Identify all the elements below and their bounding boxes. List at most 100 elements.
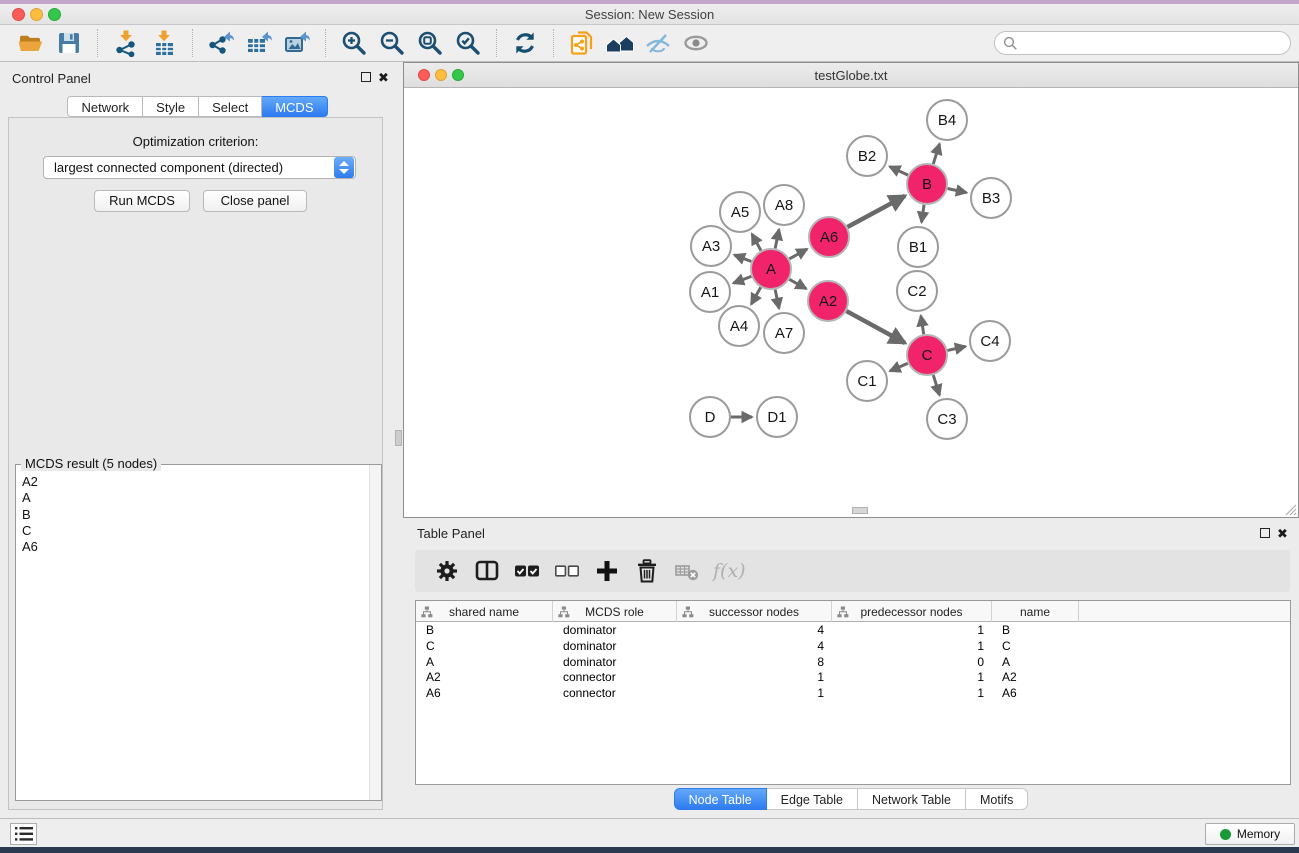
node-B[interactable]: B xyxy=(907,164,947,204)
edge-C-C3[interactable] xyxy=(933,375,939,395)
network-minimize-button[interactable] xyxy=(435,69,447,81)
result-item[interactable]: C xyxy=(22,523,368,539)
tab-edge-table[interactable]: Edge Table xyxy=(767,788,858,810)
close-window-button[interactable] xyxy=(12,8,25,21)
node-D[interactable]: D xyxy=(690,397,730,437)
export-network-button[interactable] xyxy=(206,28,236,58)
task-history-button[interactable] xyxy=(10,823,37,845)
function-builder-button[interactable]: f(x) xyxy=(713,557,746,585)
refresh-layout-button[interactable] xyxy=(510,28,540,58)
column-header-name[interactable]: name xyxy=(992,601,1079,622)
minimize-window-button[interactable] xyxy=(30,8,43,21)
node-C[interactable]: C xyxy=(907,335,947,375)
edge-A-A4[interactable] xyxy=(751,287,760,304)
node-B3[interactable]: B3 xyxy=(971,178,1011,218)
result-item[interactable]: A6 xyxy=(22,539,368,555)
column-header-mcds-role[interactable]: MCDS role xyxy=(553,601,677,622)
tab-motifs[interactable]: Motifs xyxy=(966,788,1028,810)
hide-selected-button[interactable] xyxy=(643,28,673,58)
tab-node-table[interactable]: Node Table xyxy=(674,788,767,810)
export-table-button[interactable] xyxy=(244,28,274,58)
search-input[interactable] xyxy=(1022,33,1290,53)
import-table-button[interactable] xyxy=(149,28,179,58)
tab-select[interactable]: Select xyxy=(199,96,262,117)
node-A2[interactable]: A2 xyxy=(808,281,848,321)
node-A6[interactable]: A6 xyxy=(809,217,849,257)
deselect-all-button[interactable] xyxy=(553,557,581,585)
tab-style[interactable]: Style xyxy=(143,96,199,117)
table-settings-button[interactable] xyxy=(433,557,461,585)
column-header-successor-nodes[interactable]: successor nodes xyxy=(677,601,832,622)
delete-column-button[interactable] xyxy=(633,557,661,585)
float-table-panel-icon[interactable] xyxy=(1260,528,1270,538)
node-C1[interactable]: C1 xyxy=(847,361,887,401)
edge-A-A1[interactable] xyxy=(733,276,751,283)
table-row[interactable]: A6connector11A6 xyxy=(416,686,1290,702)
import-network-button[interactable] xyxy=(111,28,141,58)
table-row[interactable]: Adominator80A xyxy=(416,655,1290,671)
node-C3[interactable]: C3 xyxy=(927,399,967,439)
show-all-button[interactable] xyxy=(681,28,711,58)
edge-A-A7[interactable] xyxy=(775,290,779,309)
open-session-button[interactable] xyxy=(16,28,46,58)
result-item[interactable]: A2 xyxy=(22,474,368,490)
result-item[interactable]: B xyxy=(22,507,368,523)
edge-A-A8[interactable] xyxy=(775,229,779,248)
zoom-fit-button[interactable] xyxy=(415,28,445,58)
edge-B-B3[interactable] xyxy=(948,188,967,192)
float-panel-icon[interactable] xyxy=(361,72,371,82)
node-A3[interactable]: A3 xyxy=(691,226,731,266)
edge-A2-C[interactable] xyxy=(846,311,905,343)
maximize-window-button[interactable] xyxy=(48,8,61,21)
close-panel-button[interactable]: Close panel xyxy=(203,190,307,212)
home-button[interactable] xyxy=(605,28,635,58)
result-item[interactable]: A xyxy=(22,490,368,506)
tab-network[interactable]: Network xyxy=(67,96,143,117)
edge-A-A2[interactable] xyxy=(789,279,806,288)
table-row[interactable]: A2connector11A2 xyxy=(416,670,1290,686)
tab-network-table[interactable]: Network Table xyxy=(858,788,966,810)
add-column-button[interactable] xyxy=(593,557,621,585)
zoom-out-button[interactable] xyxy=(377,28,407,58)
node-B2[interactable]: B2 xyxy=(847,136,887,176)
node-A1[interactable]: A1 xyxy=(690,272,730,312)
table-row[interactable]: Cdominator41C xyxy=(416,639,1290,655)
edge-B-B1[interactable] xyxy=(922,205,924,222)
new-network-from-selection-button[interactable] xyxy=(567,28,597,58)
edge-C-C4[interactable] xyxy=(947,346,965,350)
zoom-in-button[interactable] xyxy=(339,28,369,58)
node-B1[interactable]: B1 xyxy=(898,227,938,267)
tab-mcds[interactable]: MCDS xyxy=(262,96,327,117)
node-C4[interactable]: C4 xyxy=(970,321,1010,361)
network-canvas[interactable]: B4B2BB3A8A5A6A3B1AC2A1A2A4A7C4CC1DD1C3 xyxy=(404,88,1298,517)
edge-A6-B[interactable] xyxy=(847,196,905,227)
network-window-titlebar[interactable]: testGlobe.txt xyxy=(404,63,1298,88)
node-A4[interactable]: A4 xyxy=(719,306,759,346)
delete-table-button[interactable] xyxy=(673,557,701,585)
node-D1[interactable]: D1 xyxy=(757,397,797,437)
column-header-predecessor-nodes[interactable]: predecessor nodes xyxy=(832,601,992,622)
close-panel-icon[interactable]: ✖ xyxy=(378,72,389,84)
node-C2[interactable]: C2 xyxy=(897,271,937,311)
edge-C-C2[interactable] xyxy=(921,316,924,335)
node-A5[interactable]: A5 xyxy=(720,192,760,232)
network-close-button[interactable] xyxy=(418,69,430,81)
run-mcds-button[interactable]: Run MCDS xyxy=(94,190,190,212)
search-field[interactable] xyxy=(994,31,1291,55)
criterion-dropdown[interactable]: largest connected component (directed) xyxy=(43,156,356,179)
edge-B-B4[interactable] xyxy=(933,144,939,164)
export-image-button[interactable] xyxy=(282,28,312,58)
select-all-button[interactable] xyxy=(513,557,541,585)
node-A[interactable]: A xyxy=(751,249,791,289)
table-panel-divider-grip[interactable] xyxy=(852,507,868,514)
save-session-button[interactable] xyxy=(54,28,84,58)
edge-A-A3[interactable] xyxy=(734,255,751,262)
table-row[interactable]: Bdominator41B xyxy=(416,623,1290,639)
split-view-button[interactable] xyxy=(473,557,501,585)
panel-divider-grip[interactable] xyxy=(395,430,402,446)
edge-A-A6[interactable] xyxy=(789,249,807,259)
edge-B-B2[interactable] xyxy=(890,167,908,176)
edge-C-C1[interactable] xyxy=(890,363,908,371)
zoom-selected-button[interactable] xyxy=(453,28,483,58)
network-maximize-button[interactable] xyxy=(452,69,464,81)
